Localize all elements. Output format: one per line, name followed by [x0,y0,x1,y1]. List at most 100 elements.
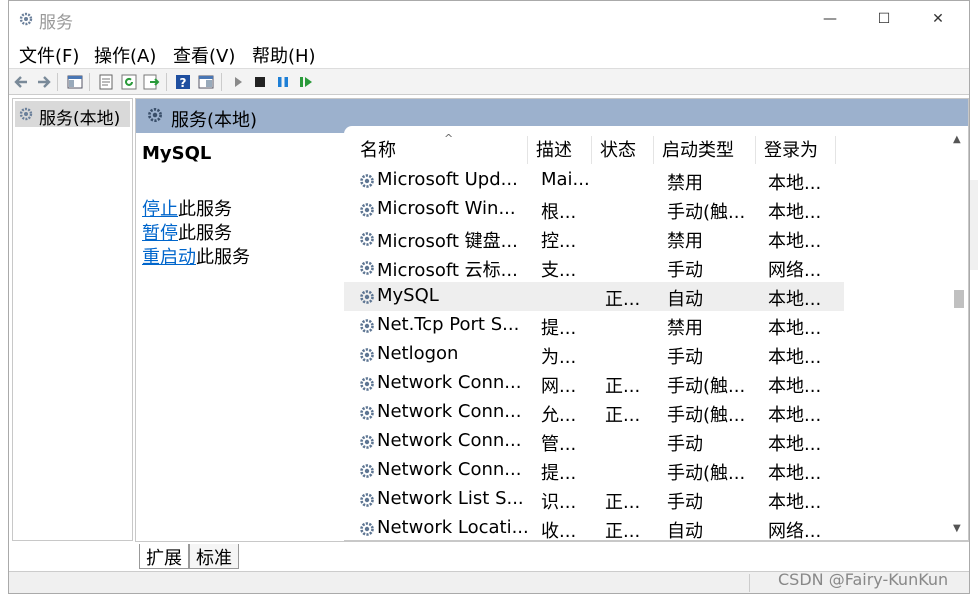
service-log-on-as: 本地... [768,463,822,484]
service-startup-type: 手动 [667,260,703,281]
service-gear-icon [360,290,374,304]
service-row[interactable]: MySQL 正... 自动 本地... [344,282,844,311]
scrollbar-thumb[interactable] [954,290,964,308]
service-startup-type: 禁用 [667,318,703,339]
console-icon[interactable] [197,73,215,91]
service-startup-type: 手动 [667,347,703,368]
service-name: Network Conn... [377,459,522,480]
service-gear-icon [360,377,374,391]
service-description: 收... [541,521,577,540]
service-status: 正... [605,376,641,397]
stop-service-icon[interactable] [251,73,269,91]
service-log-on-as: 本地... [768,231,822,252]
tab-extended[interactable]: 扩展 [139,544,189,569]
service-row[interactable]: Microsoft Upd... Mai... 禁用 本地... [344,166,844,195]
service-row[interactable]: Network Conn... 提... 手动(触... 本地... [344,456,844,485]
service-log-on-as: 本地... [768,405,822,426]
list-header: 名称 ^ 描述 状态 启动类型 登录为 [344,132,844,164]
service-row[interactable]: Net.Tcp Port S... 提... 禁用 本地... [344,311,844,340]
services-gear-icon [19,12,33,26]
scroll-down-arrow-icon[interactable]: ▼ [953,523,961,534]
column-header-description[interactable]: 描述 [528,136,592,164]
toolbar-separator [221,73,222,91]
menu-view[interactable]: 查看(V) [173,42,235,68]
forward-icon[interactable] [34,73,52,91]
service-gear-icon [360,522,374,536]
background-window-edge [970,180,978,270]
service-log-on-as: 本地... [768,318,822,339]
service-description: 根... [541,202,577,223]
action-suffix: 此服务 [178,199,232,220]
properties-icon[interactable] [97,73,115,91]
service-row[interactable]: Network List S... 识... 正... 手动 本地... [344,485,844,514]
back-icon[interactable] [13,73,31,91]
service-row[interactable]: Network Locati... 收... 正... 自动 网络... [344,514,844,540]
service-log-on-as: 本地... [768,202,822,223]
service-description: 允... [541,405,577,426]
start-service-icon[interactable] [229,73,247,91]
menu-help[interactable]: 帮助(H) [252,42,316,68]
service-description: 控... [541,231,577,252]
service-name: Network Conn... [377,401,522,422]
stop-service-link[interactable]: 停止 [142,199,178,220]
service-startup-type: 手动 [667,434,703,455]
service-row[interactable]: Network Conn... 管... 手动 本地... [344,427,844,456]
tree-node-services-local[interactable]: 服务(本地) [15,101,130,129]
service-status: 正... [605,289,641,310]
service-gear-icon [360,348,374,362]
service-gear-icon [360,319,374,333]
scroll-up-arrow-icon[interactable]: ▲ [953,134,961,145]
service-description: Mai... [541,169,590,190]
service-startup-type: 禁用 [667,231,703,252]
service-row[interactable]: Network Conn... 网... 正... 手动(触... 本地... [344,369,844,398]
restart-service-link[interactable]: 重启动 [142,247,196,268]
extended-description-panel: MySQL 停止此服务 暂停此服务 重启动此服务 [136,133,344,541]
service-row[interactable]: Microsoft 键盘... 控... 禁用 本地... [344,224,844,253]
service-name: Microsoft 键盘... [377,231,518,252]
tab-standard[interactable]: 标准 [189,544,239,569]
service-status: 正... [605,521,641,540]
service-log-on-as: 本地... [768,492,822,513]
export-icon[interactable] [142,73,160,91]
menu-action[interactable]: 操作(A) [94,42,156,68]
column-header-startup-type[interactable]: 启动类型 [654,136,756,164]
vertical-scrollbar[interactable]: ▲ ▼ [950,130,967,536]
service-name: Microsoft 云标... [377,260,518,281]
service-log-on-as: 本地... [768,289,822,310]
service-startup-type: 手动(触... [667,463,746,484]
service-row[interactable]: Netlogon 为... 手动 本地... [344,340,844,369]
service-startup-type: 手动(触... [667,405,746,426]
column-header-label: 名称 [360,140,396,161]
service-name: Network List S... [377,488,524,509]
action-suffix: 此服务 [178,223,232,244]
help-icon[interactable]: ? [174,73,192,91]
service-row[interactable]: Microsoft 云标... 支... 手动 网络... [344,253,844,282]
details-pane: 服务(本地) MySQL 停止此服务 暂停此服务 重启动此服务 名称 ^ 描述 … [135,98,969,541]
column-header-status[interactable]: 状态 [592,136,654,164]
menu-file[interactable]: 文件(F) [19,42,79,68]
stop-service-action: 停止此服务 [142,195,232,221]
show-hide-tree-icon[interactable] [66,73,84,91]
column-header-log-on-as[interactable]: 登录为 [756,136,836,164]
maximize-button[interactable]: ☐ [861,5,907,33]
service-log-on-as: 本地... [768,173,822,194]
window-title: 服务 [39,13,73,33]
service-name: Network Conn... [377,372,522,393]
services-window: 服务 — ☐ ✕ 文件(F) 操作(A) 查看(V) 帮助(H) ? 服务(本地… [8,0,970,594]
service-row[interactable]: Network Conn... 允... 正... 手动(触... 本地... [344,398,844,427]
service-startup-type: 自动 [667,521,703,540]
pause-service-link[interactable]: 暂停 [142,223,178,244]
close-button[interactable]: ✕ [915,5,961,33]
column-header-name[interactable]: 名称 ^ [352,132,528,164]
service-row[interactable]: Microsoft Win... 根... 手动(触... 本地... [344,195,844,224]
service-startup-type: 手动(触... [667,376,746,397]
restart-service-icon[interactable] [297,73,315,91]
tree-node-label: 服务(本地) [39,109,121,129]
details-header-title: 服务(本地) [171,110,258,131]
service-startup-type: 禁用 [667,173,703,194]
refresh-icon[interactable] [120,73,138,91]
pause-service-icon[interactable] [274,73,292,91]
view-tabs: 扩展 标准 [135,541,969,571]
minimize-button[interactable]: — [807,5,853,33]
service-log-on-as: 本地... [768,347,822,368]
